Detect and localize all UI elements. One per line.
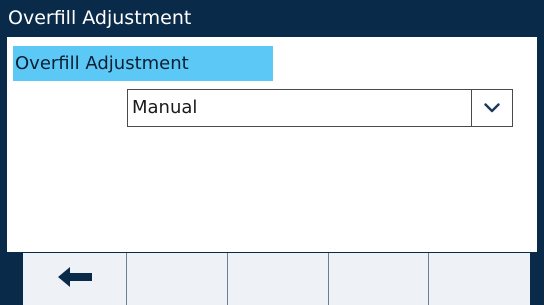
- screen: Overfill Adjustment Overfill Adjustment …: [0, 0, 544, 305]
- select-value: Manual: [132, 97, 198, 118]
- softkey-2[interactable]: [126, 253, 227, 305]
- overfill-adjustment-select[interactable]: Manual: [127, 89, 513, 127]
- page-title-text: Overfill Adjustment: [8, 7, 192, 29]
- overfill-adjustment-label: Overfill Adjustment: [13, 46, 273, 81]
- softkey-3[interactable]: [227, 253, 328, 305]
- chevron-down-icon[interactable]: [472, 90, 512, 126]
- back-softkey[interactable]: [23, 253, 126, 305]
- content-area: Overfill Adjustment Manual: [0, 37, 544, 252]
- softkey-bar: [0, 252, 544, 305]
- softkey-4[interactable]: [328, 253, 428, 305]
- page-title: Overfill Adjustment: [0, 0, 544, 37]
- softkey-5[interactable]: [428, 253, 530, 305]
- field-label-text: Overfill Adjustment: [15, 53, 189, 74]
- arrow-left-icon: [57, 267, 92, 291]
